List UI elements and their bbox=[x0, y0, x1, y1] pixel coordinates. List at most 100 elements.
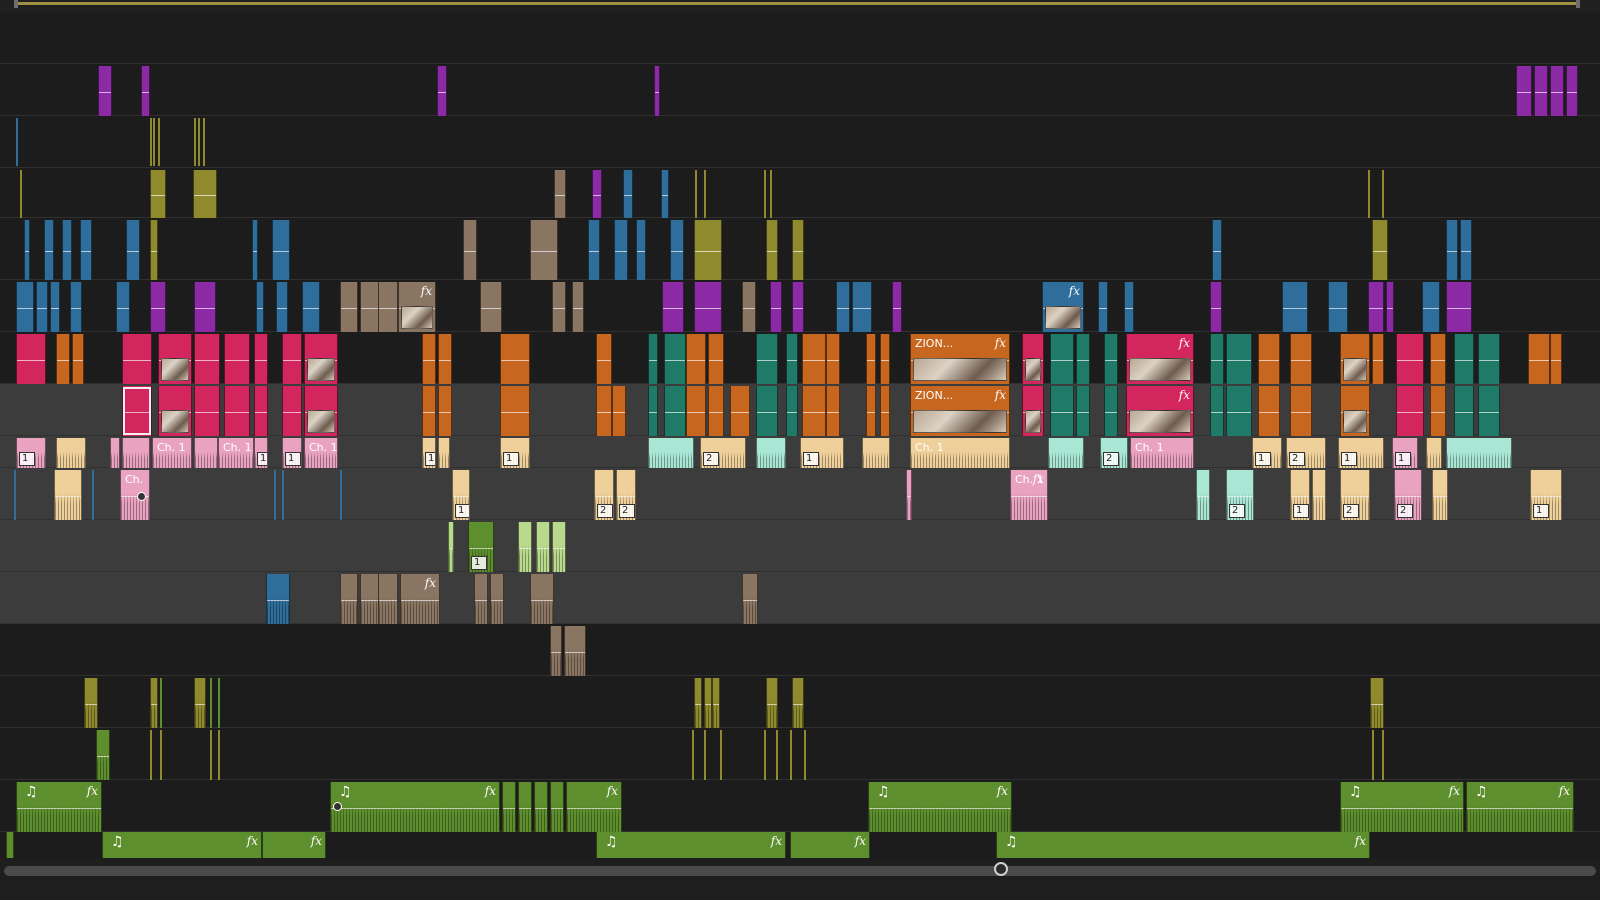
video-clip[interactable] bbox=[1396, 334, 1424, 384]
opacity-line[interactable] bbox=[255, 360, 267, 361]
horizontal-scrollbar[interactable] bbox=[4, 866, 1596, 876]
video-clip-fx[interactable]: fx bbox=[1126, 386, 1194, 436]
thin-clip[interactable] bbox=[1368, 170, 1370, 218]
audio-clip-tan[interactable] bbox=[378, 574, 398, 624]
opacity-line[interactable] bbox=[73, 360, 83, 361]
audio-clip-fx[interactable]: Ch. 1 fx bbox=[1010, 470, 1048, 520]
video-clip[interactable] bbox=[880, 386, 890, 436]
video-clip[interactable] bbox=[438, 334, 452, 384]
opacity-line[interactable] bbox=[671, 251, 683, 253]
music-clip[interactable]: fx ♫ bbox=[596, 832, 786, 858]
audio-clip-tan[interactable] bbox=[490, 574, 504, 624]
music-clip[interactable]: fx bbox=[262, 832, 326, 858]
video-clip-zion[interactable]: ZION... fx bbox=[910, 386, 1010, 436]
video-clip[interactable] bbox=[686, 334, 706, 384]
opacity-line[interactable] bbox=[1461, 251, 1471, 253]
thin-clip[interactable] bbox=[704, 170, 706, 218]
video-clip[interactable] bbox=[1430, 386, 1446, 436]
thin-clip[interactable] bbox=[158, 118, 160, 166]
opacity-line[interactable] bbox=[1551, 360, 1561, 361]
opacity-line[interactable] bbox=[1373, 360, 1383, 361]
audio-clip[interactable]: 1 bbox=[500, 438, 530, 468]
video-clip-fx[interactable]: fx bbox=[398, 282, 436, 332]
work-area-bar[interactable] bbox=[14, 2, 1580, 5]
video-clip-purple[interactable] bbox=[1446, 282, 1472, 332]
video-clip-blue[interactable] bbox=[614, 220, 628, 280]
work-area-start-handle[interactable] bbox=[14, 0, 18, 8]
audio-clip[interactable]: 1 bbox=[254, 438, 268, 468]
opacity-line[interactable] bbox=[709, 412, 723, 413]
audio-clip-tan[interactable] bbox=[742, 574, 758, 624]
thin-clip[interactable] bbox=[1382, 730, 1384, 780]
thin-clip[interactable] bbox=[704, 730, 706, 780]
thin-clip[interactable] bbox=[20, 170, 22, 218]
audio-clip[interactable]: Ch. 1 bbox=[304, 438, 338, 468]
opacity-line[interactable] bbox=[1259, 412, 1279, 413]
video-clip-olive[interactable] bbox=[792, 220, 804, 280]
opacity-line[interactable] bbox=[881, 412, 889, 413]
track-12[interactable] bbox=[0, 572, 1600, 624]
track-13[interactable] bbox=[0, 624, 1600, 676]
opacity-line[interactable] bbox=[743, 308, 755, 309]
audio-clip[interactable]: Ch. 1 bbox=[218, 438, 254, 468]
thin-clip[interactable] bbox=[14, 470, 16, 520]
video-clip-purple[interactable] bbox=[141, 66, 150, 116]
opacity-line[interactable] bbox=[615, 251, 627, 253]
opacity-line[interactable] bbox=[51, 308, 59, 309]
opacity-line[interactable] bbox=[151, 251, 157, 253]
audio-clip-olive[interactable] bbox=[792, 678, 804, 728]
audio-clip[interactable] bbox=[194, 438, 218, 468]
opacity-line[interactable] bbox=[1369, 308, 1383, 309]
video-clip-blue[interactable] bbox=[272, 220, 290, 280]
video-clip-blue[interactable] bbox=[1422, 282, 1440, 332]
opacity-line[interactable] bbox=[225, 412, 249, 413]
thin-clip[interactable] bbox=[16, 118, 18, 166]
video-clip[interactable] bbox=[756, 334, 778, 384]
opacity-line[interactable] bbox=[481, 308, 501, 309]
video-clip-purple[interactable] bbox=[1550, 66, 1564, 116]
opacity-line[interactable] bbox=[1535, 92, 1547, 93]
audio-clip[interactable]: 1 bbox=[1530, 470, 1562, 520]
music-clip[interactable]: fx bbox=[790, 832, 870, 858]
video-clip[interactable] bbox=[756, 386, 778, 436]
video-clip[interactable] bbox=[72, 334, 84, 384]
opacity-line[interactable] bbox=[827, 412, 839, 413]
opacity-line[interactable] bbox=[257, 308, 263, 309]
video-clip-tan[interactable] bbox=[463, 220, 477, 280]
opacity-line[interactable] bbox=[573, 308, 583, 309]
audio-clip[interactable]: Ch. 1 bbox=[1130, 438, 1194, 468]
opacity-line[interactable] bbox=[1397, 360, 1423, 361]
audio-clip[interactable]: 1 bbox=[1290, 470, 1310, 520]
video-clip[interactable] bbox=[826, 386, 840, 436]
opacity-line[interactable] bbox=[1479, 360, 1499, 361]
audio-clip[interactable]: Ch. 1 bbox=[152, 438, 192, 468]
audio-clip[interactable] bbox=[906, 470, 912, 520]
audio-clip[interactable]: 2 bbox=[1340, 470, 1370, 520]
opacity-line[interactable] bbox=[438, 92, 446, 93]
opacity-line[interactable] bbox=[1423, 308, 1439, 309]
video-clip-blue[interactable] bbox=[276, 282, 288, 332]
video-clip[interactable] bbox=[194, 334, 220, 384]
opacity-line[interactable] bbox=[195, 308, 215, 309]
video-clip-purple[interactable] bbox=[770, 282, 782, 332]
audio-clip[interactable] bbox=[122, 438, 150, 468]
opacity-line[interactable] bbox=[613, 412, 625, 413]
video-clip-tan[interactable] bbox=[340, 282, 358, 332]
video-clip[interactable] bbox=[56, 334, 70, 384]
video-clip[interactable] bbox=[1022, 386, 1044, 436]
video-clip[interactable] bbox=[730, 386, 750, 436]
audio-clip[interactable]: 1 bbox=[800, 438, 844, 468]
opacity-line[interactable] bbox=[593, 194, 601, 196]
opacity-line[interactable] bbox=[893, 308, 901, 309]
opacity-line[interactable] bbox=[665, 412, 685, 413]
thin-clip[interactable] bbox=[160, 730, 162, 780]
video-clip[interactable] bbox=[422, 334, 436, 384]
opacity-line[interactable] bbox=[17, 360, 45, 361]
thin-clip[interactable] bbox=[804, 730, 806, 780]
video-clip[interactable] bbox=[596, 386, 612, 436]
opacity-line[interactable] bbox=[253, 251, 257, 253]
thin-clip[interactable] bbox=[274, 470, 276, 520]
video-clip[interactable] bbox=[786, 334, 798, 384]
opacity-line[interactable] bbox=[803, 360, 825, 361]
video-clip[interactable] bbox=[826, 334, 840, 384]
